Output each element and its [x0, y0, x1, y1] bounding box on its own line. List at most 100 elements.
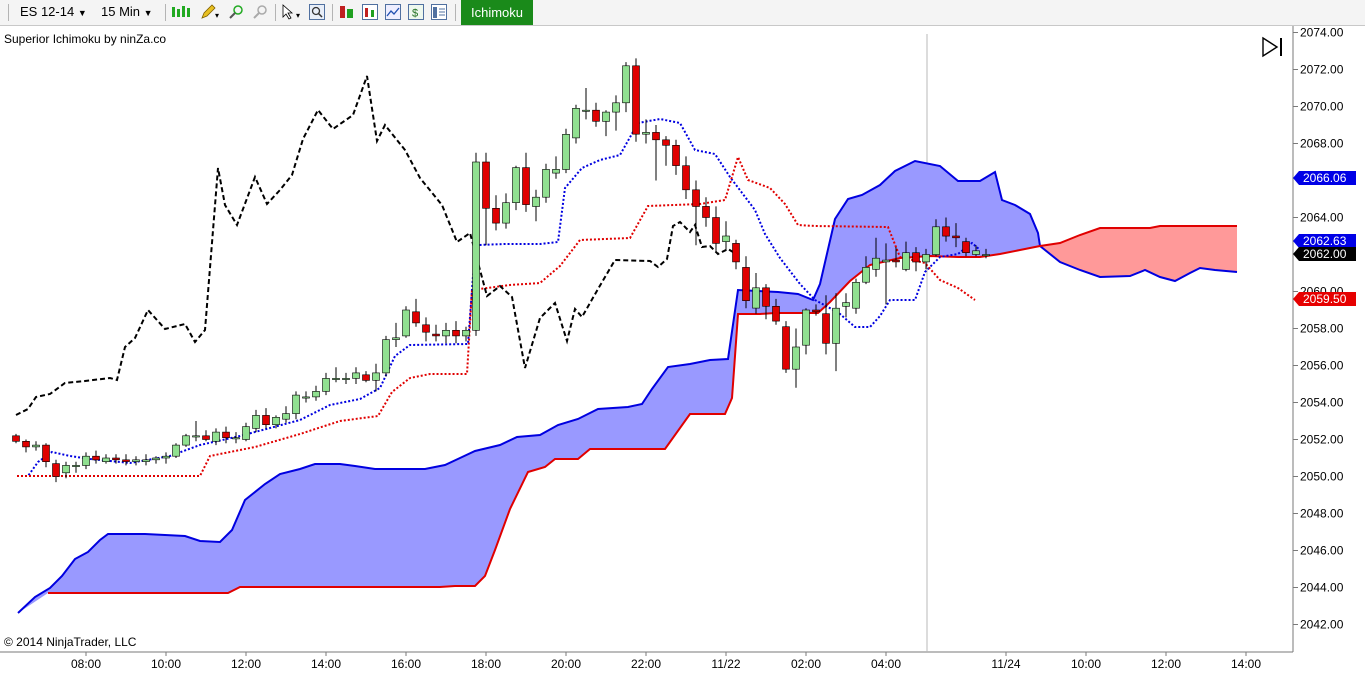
- candle-up: [392, 337, 400, 340]
- pencil-icon[interactable]: ▾: [200, 4, 220, 20]
- candle-down: [222, 431, 230, 439]
- dollar-icon[interactable]: $: [408, 4, 424, 20]
- time-tick-label: 14:00: [1231, 657, 1261, 671]
- properties-icon[interactable]: [431, 4, 447, 20]
- candle-down: [122, 459, 130, 462]
- bar-type-icon[interactable]: [171, 4, 193, 20]
- candle-up: [972, 250, 980, 255]
- candle-down: [432, 333, 440, 337]
- candle-up: [642, 132, 650, 135]
- candle-up: [62, 465, 70, 474]
- candle-down: [452, 329, 460, 337]
- candle-up: [602, 111, 610, 122]
- candle-up: [82, 455, 90, 466]
- time-tick-label: 10:00: [1071, 657, 1101, 671]
- candle-up: [472, 161, 480, 331]
- indicators-icon[interactable]: [362, 4, 378, 20]
- candle-down: [942, 226, 950, 237]
- candle-up: [792, 346, 800, 370]
- time-tick-label: 08:00: [71, 657, 101, 671]
- candle-up: [552, 169, 560, 174]
- candle-up: [532, 196, 540, 207]
- chevron-down-icon: ▼: [77, 8, 87, 18]
- price-tick-label: 2048.00: [1300, 507, 1344, 521]
- cursor-icon[interactable]: ▾: [281, 4, 303, 20]
- toolbar-separator: [455, 4, 456, 21]
- time-tick-label: 22:00: [631, 657, 661, 671]
- time-tick-label: 02:00: [791, 657, 821, 671]
- time-tick-label: 14:00: [311, 657, 341, 671]
- candle-down: [762, 287, 770, 307]
- candle-down: [822, 313, 830, 344]
- candle-down: [492, 208, 500, 224]
- time-tick-label: 11/22: [711, 657, 740, 671]
- candle-down: [52, 463, 60, 477]
- time-tick-label: 12:00: [1151, 657, 1181, 671]
- candle-down: [482, 161, 490, 209]
- time-tick-label: 04:00: [871, 657, 901, 671]
- candle-down: [362, 374, 370, 381]
- candle-up: [352, 372, 360, 379]
- candle-down: [92, 455, 100, 461]
- candle-up: [542, 169, 550, 198]
- candle-up: [752, 287, 760, 309]
- candle-down: [592, 109, 600, 122]
- zoom-out-icon[interactable]: [252, 4, 270, 20]
- price-tick-label: 2044.00: [1300, 581, 1344, 595]
- time-tick-label: 18:00: [471, 657, 501, 671]
- candle-up: [132, 459, 140, 462]
- chart-image-icon[interactable]: [385, 4, 401, 20]
- candle-down: [732, 243, 740, 263]
- price-marker-label: 2059.50: [1303, 292, 1347, 306]
- candle-up: [242, 426, 250, 440]
- time-tick-label: 10:00: [151, 657, 181, 671]
- scroll-to-end-icon[interactable]: [1261, 36, 1285, 58]
- candle-up: [922, 254, 930, 263]
- candle-up: [882, 259, 890, 263]
- strategies-icon[interactable]: [339, 4, 355, 20]
- price-chart[interactable]: 08:00 10:00 12:00 14:00 16:00 18:00 20:00 22:00…: [0, 26, 1365, 680]
- kumo-cloud: [17, 159, 1238, 614]
- candle-up: [312, 391, 320, 398]
- candle-up: [572, 108, 580, 139]
- instrument-label: ES 12-14: [20, 4, 75, 19]
- candle-up: [832, 307, 840, 344]
- candle-up: [582, 109, 590, 112]
- interval-selector[interactable]: 15 Min ▼: [101, 3, 153, 21]
- candle-up: [142, 459, 150, 462]
- price-tick-label: 2064.00: [1300, 211, 1344, 225]
- candle-down: [662, 139, 670, 146]
- candle-up: [32, 444, 40, 448]
- search-icon[interactable]: [309, 4, 325, 20]
- candle-up: [212, 431, 220, 442]
- candle-down: [782, 326, 790, 370]
- zoom-in-icon[interactable]: [228, 4, 246, 20]
- instrument-selector[interactable]: ES 12-14 ▼: [20, 3, 87, 21]
- candle-up: [622, 65, 630, 104]
- toolbar-separator: [8, 4, 9, 21]
- candle-down: [812, 309, 820, 313]
- toolbar-separator: [275, 4, 276, 21]
- candle-down: [702, 206, 710, 218]
- svg-text:▾: ▾: [296, 11, 300, 20]
- candle-down: [412, 311, 420, 324]
- candle-down: [912, 252, 920, 263]
- candle-up: [252, 415, 260, 429]
- candle-up: [722, 235, 730, 242]
- candle-down: [712, 217, 720, 244]
- candle-down: [742, 267, 750, 301]
- tab-ichimoku[interactable]: Ichimoku: [461, 0, 533, 25]
- candle-down: [112, 457, 120, 461]
- chikou-span-line: [15, 75, 734, 416]
- price-marker-label: 2062.00: [1303, 247, 1347, 261]
- candle-down: [892, 259, 900, 263]
- price-tick-label: 2054.00: [1300, 396, 1344, 410]
- candle-up: [72, 465, 80, 467]
- candle-up: [982, 254, 990, 257]
- time-tick-label: 12:00: [231, 657, 261, 671]
- time-tick-label: 16:00: [391, 657, 421, 671]
- price-tick-label: 2052.00: [1300, 433, 1344, 447]
- price-tick-label: 2072.00: [1300, 63, 1344, 77]
- candle-up: [902, 252, 910, 270]
- candle-down: [262, 415, 270, 425]
